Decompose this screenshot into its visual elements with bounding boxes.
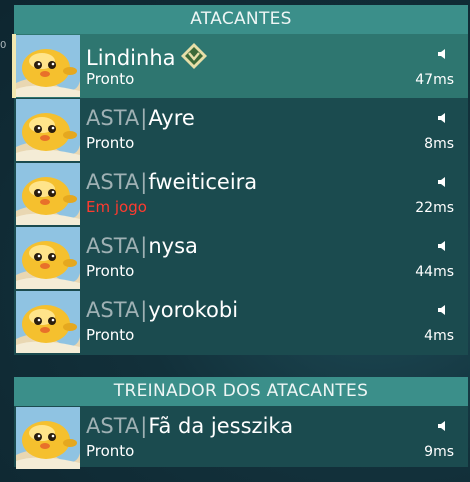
team-tag: ASTA: [86, 234, 140, 258]
player-row[interactable]: Lindinha Pronto 47ms: [12, 34, 468, 98]
player-status: Pronto: [86, 262, 135, 280]
coach-row[interactable]: ASTA|Fã da jesszika Pronto 9ms: [14, 406, 468, 470]
team-tag: ASTA: [86, 414, 140, 438]
speaker-icon[interactable]: [436, 239, 450, 253]
coach-panel: TREINADOR DOS ATACANTES ASTA|Fã da jessz…: [14, 377, 468, 470]
player-status: Pronto: [86, 134, 135, 152]
tag-separator: |: [140, 234, 148, 258]
speaker-icon[interactable]: [436, 419, 450, 433]
yellow-bird-avatar-icon: [16, 35, 80, 97]
player-name-text: nysa: [148, 234, 198, 258]
player-ping: 9ms: [424, 444, 454, 460]
player-status: Pronto: [86, 70, 135, 88]
player-row[interactable]: ASTA|nysa Pronto 44ms: [14, 226, 468, 290]
player-name: ASTA|yorokobi: [86, 298, 238, 322]
player-name: ASTA|Fã da jesszika: [86, 414, 293, 438]
player-status: Pronto: [86, 442, 135, 460]
speaker-icon[interactable]: [436, 47, 450, 61]
player-name-text: yorokobi: [148, 298, 239, 322]
team-tag: ASTA: [86, 298, 140, 322]
tag-separator: |: [140, 414, 148, 438]
player-ping: 44ms: [415, 264, 454, 280]
player-name-text: fweiticeira: [148, 170, 258, 194]
yellow-bird-avatar-icon: [16, 291, 80, 353]
speaker-icon[interactable]: [436, 175, 450, 189]
player-name-text: Lindinha: [86, 46, 176, 70]
tag-separator: |: [140, 298, 148, 322]
team-tag: ASTA: [86, 170, 140, 194]
speaker-icon[interactable]: [436, 111, 450, 125]
attackers-header: ATACANTES: [14, 5, 468, 34]
rank-badge-icon: [180, 43, 207, 69]
player-status: Em jogo: [86, 198, 147, 216]
player-ping: 8ms: [424, 136, 454, 152]
player-ping: 22ms: [415, 200, 454, 216]
player-name-text: Fã da jesszika: [148, 414, 294, 438]
player-row[interactable]: ASTA|Ayre Pronto 8ms: [14, 98, 468, 162]
player-ping: 4ms: [424, 328, 454, 344]
player-name: ASTA|nysa: [86, 234, 198, 258]
speaker-icon[interactable]: [436, 303, 450, 317]
coach-header: TREINADOR DOS ATACANTES: [14, 377, 468, 406]
attackers-panel: ATACANTES Lindinha Pronto 47ms ASTA|Ayre Pro…: [12, 5, 468, 355]
tag-separator: |: [140, 106, 148, 130]
tag-separator: |: [140, 170, 148, 194]
player-ping: 47ms: [415, 72, 454, 88]
player-name-text: Ayre: [148, 106, 195, 130]
yellow-bird-avatar-icon: [16, 227, 80, 289]
player-row[interactable]: ASTA|fweiticeira Em jogo 22ms: [14, 162, 468, 226]
yellow-bird-avatar-icon: [16, 99, 80, 161]
player-name: Lindinha: [86, 42, 208, 70]
player-name: ASTA|fweiticeira: [86, 170, 257, 194]
yellow-bird-avatar-icon: [16, 163, 80, 225]
yellow-bird-avatar-icon: [16, 407, 80, 469]
team-tag: ASTA: [86, 106, 140, 130]
edge-marker: 0: [0, 40, 7, 51]
player-status: Pronto: [86, 326, 135, 344]
player-row[interactable]: ASTA|yorokobi Pronto 4ms: [14, 290, 468, 354]
player-name: ASTA|Ayre: [86, 106, 195, 130]
